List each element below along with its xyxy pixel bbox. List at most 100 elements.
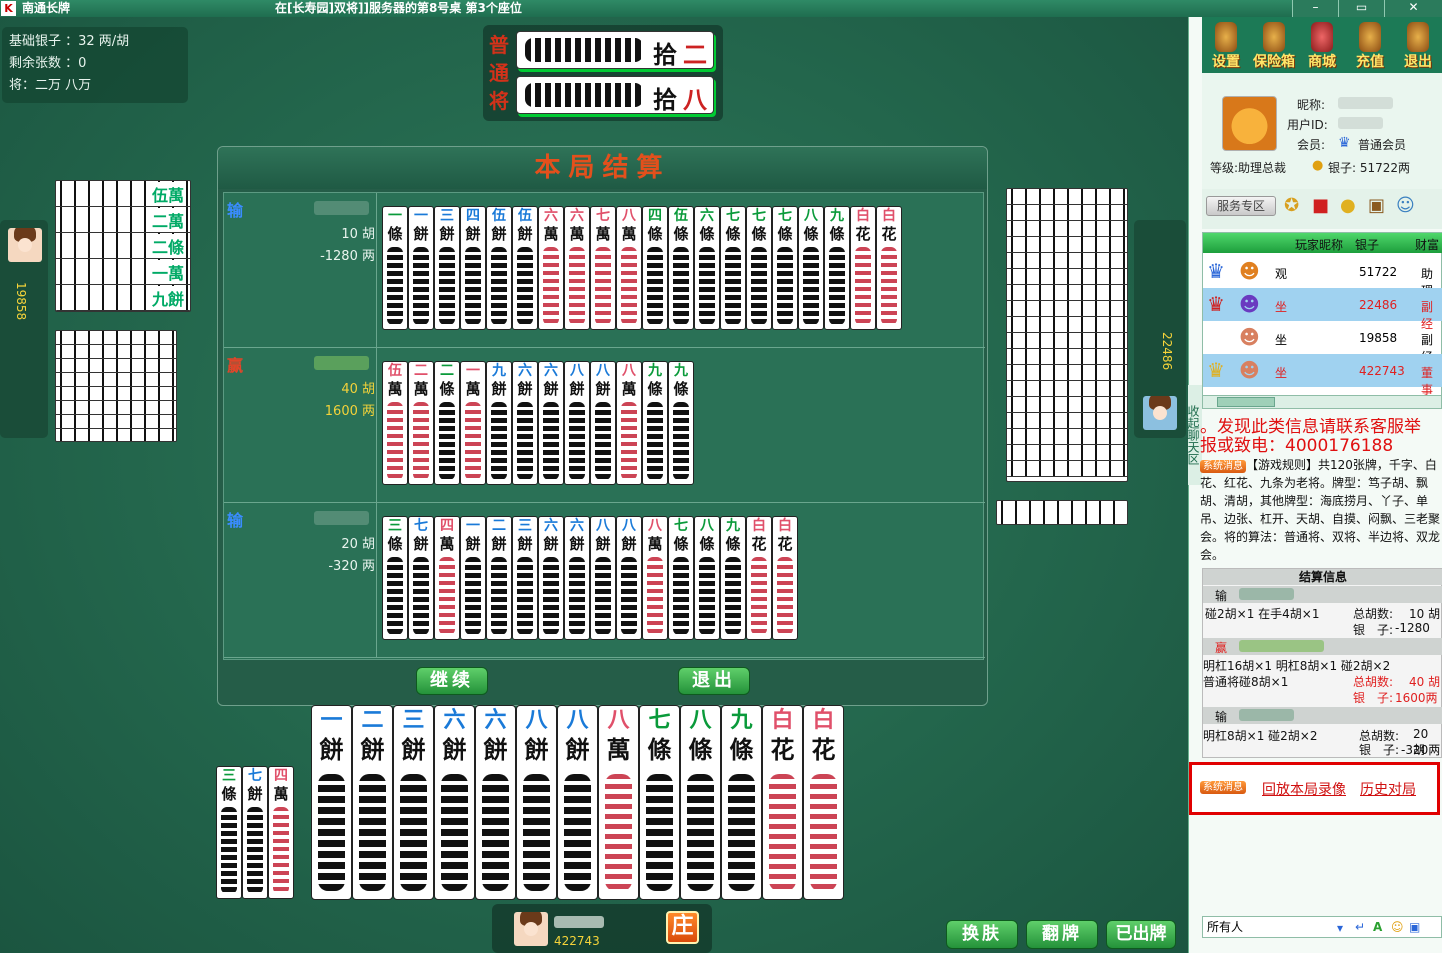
avatar-icon: ☻ (1239, 325, 1260, 349)
font-icon[interactable]: A (1373, 917, 1382, 937)
hand-tile[interactable]: 八餅 (516, 705, 557, 900)
crown-icon: ♛ (1207, 358, 1225, 382)
top-icon-bar: 设置 保险箱 商城 充值 退出 (1202, 17, 1442, 73)
result-tile: 六餅 (538, 516, 564, 640)
result-tile: 伍萬 (382, 361, 408, 485)
player-row[interactable]: ♛ ☻ 观 51722 助理 (1203, 255, 1442, 298)
coins-stack-icon[interactable]: ● (1340, 195, 1356, 216)
result-tile: 三餅 (512, 516, 538, 640)
hand-tile[interactable]: 二餅 (352, 705, 393, 900)
chat-target-select[interactable]: 所有人 ▾ ↵ A ☺ ▣ (1202, 916, 1442, 938)
result-tiles-1: 一條一餅三餅四餅伍餅伍餅六萬六萬七萬八萬四條伍條六條七條七條七條八條九條白花白花 (382, 206, 902, 330)
result-tile: 一萬 (460, 361, 486, 485)
player-row[interactable]: ☻ 坐 19858 副经 (1203, 321, 1442, 364)
hand-tile[interactable]: 三餅 (393, 705, 434, 900)
result-tile: 六餅 (564, 516, 590, 640)
hand-tile[interactable]: 八餅 (557, 705, 598, 900)
chevron-down-icon[interactable]: ▾ (1337, 918, 1343, 938)
result-tile: 四萬 (434, 516, 460, 640)
result-tile: 六條 (694, 206, 720, 330)
jiang-tile-2: 拾八 (516, 76, 714, 114)
meld-tile: 四萬 (268, 766, 294, 899)
dealer-badge: 庄 (666, 911, 699, 944)
screenshot-icon[interactable]: ▣ (1409, 917, 1420, 937)
left-player-avatar[interactable] (8, 228, 42, 262)
result-tile: 伍餅 (512, 206, 538, 330)
friends-icon[interactable]: ☺ (1396, 195, 1415, 216)
medal-icon[interactable]: ✪ (1284, 195, 1299, 216)
player-row[interactable]: ♛ ☻ 坐 422743 董事 (1203, 354, 1442, 397)
robe-icon (1311, 22, 1333, 52)
tiger-avatar[interactable] (1222, 96, 1277, 151)
chat-area: 。发现此类信息请联系客服举 报或致电：4000176188 系统消息 【游戏规则】… (1200, 418, 1442, 568)
result-tile: 白花 (876, 206, 902, 330)
self-avatar[interactable] (514, 912, 548, 946)
p2-detail-2: 普通将碰8胡×1 (1203, 675, 1289, 689)
shop-button[interactable]: 商城 (1298, 17, 1346, 73)
minimize-button[interactable]: – (1292, 0, 1338, 17)
result-tile: 七條 (720, 206, 746, 330)
left-player-panel: 19858 (0, 220, 48, 438)
played-tiles-button[interactable]: 已出牌 (1106, 920, 1176, 949)
history-link[interactable]: 历史对局 (1360, 779, 1416, 799)
emoji-icon[interactable]: ☺ (1391, 917, 1404, 937)
silver-change: -1280 两 (320, 249, 375, 264)
send-icon[interactable]: ↵ (1355, 917, 1365, 937)
result-tile: 八條 (798, 206, 824, 330)
hand-tile[interactable]: 八條 (680, 705, 721, 900)
hu-count: 10 胡 (341, 227, 375, 242)
meld-tile: 三條 (216, 766, 242, 899)
continue-button[interactable]: 继续 (416, 667, 488, 695)
close-button[interactable]: ✕ (1384, 0, 1442, 17)
result-tile: 二萬 (408, 361, 434, 485)
exit-button[interactable]: 退出 (678, 667, 750, 695)
system-message-tag: 系统消息 (1200, 781, 1246, 794)
crown-icon: ♛ (1207, 259, 1225, 283)
hand-tile[interactable]: 八萬 (598, 705, 639, 900)
skin-button[interactable]: 换肤 (946, 920, 1018, 949)
member-value: 普通会员 (1358, 138, 1407, 152)
hand-tile[interactable]: 六餅 (475, 705, 516, 900)
replay-link[interactable]: 回放本局录像 (1262, 779, 1346, 799)
hand-tile[interactable]: 九條 (721, 705, 762, 900)
result-tile: 九條 (824, 206, 850, 330)
right-player-avatar[interactable] (1143, 396, 1177, 430)
result-tile: 八餅 (616, 516, 642, 640)
replay-panel: 系统消息 回放本局录像 历史对局 (1189, 762, 1440, 815)
hand-tile[interactable]: 白花 (803, 705, 844, 900)
result-tile: 七餅 (408, 516, 434, 640)
result-tile: 白花 (850, 206, 876, 330)
hand-tile[interactable]: 七條 (639, 705, 680, 900)
right-player-panel: 22486 (1134, 220, 1186, 438)
player-list-scrollbar[interactable] (1202, 395, 1442, 409)
exit-game-button[interactable]: 退出 (1394, 17, 1442, 73)
service-button[interactable]: 服务专区 (1206, 196, 1276, 216)
settings-icon (1215, 22, 1237, 52)
player-row[interactable]: ♛ ☻ 坐 22486 副经 (1203, 288, 1442, 331)
result-row-2: 赢 40 胡 1600 两 伍萬二萬二條一萬九餅六餅六餅八餅八餅八萬九條九條 (224, 348, 985, 503)
self-silver: 422743 (554, 934, 600, 948)
hand-tile[interactable]: 六餅 (434, 705, 475, 900)
hand-tile[interactable]: 一餅 (311, 705, 352, 900)
bag-icon[interactable]: ▣ (1368, 195, 1385, 216)
safe-box-button[interactable]: 保险箱 (1250, 17, 1298, 73)
level-text: 等级:助理总裁 (1210, 161, 1287, 175)
gift-icon[interactable]: ■ (1312, 195, 1329, 216)
hand-tile[interactable]: 白花 (762, 705, 803, 900)
p2-detail: 明杠16胡×1 明杠8胡×1 碰2胡×2 (1203, 659, 1391, 673)
result-tile: 九條 (668, 361, 694, 485)
jiang-tile-1: 拾二 (516, 31, 714, 69)
right-exposed-tile (996, 500, 1128, 525)
flip-button[interactable]: 翻牌 (1026, 920, 1098, 949)
result-tile: 九條 (720, 516, 746, 640)
result-tile: 七條 (668, 516, 694, 640)
result-tile: 八餅 (590, 516, 616, 640)
result-tile: 四條 (642, 206, 668, 330)
remaining-tiles-text: 剩余张数 ：0 (9, 56, 87, 71)
recharge-button[interactable]: 充值 (1346, 17, 1394, 73)
maximize-button[interactable]: ▭ (1338, 0, 1384, 17)
result-tile: 八餅 (564, 361, 590, 485)
result-label: 输 (227, 511, 244, 530)
settings-button[interactable]: 设置 (1202, 17, 1250, 73)
hu-count: 40 胡 (341, 382, 375, 397)
